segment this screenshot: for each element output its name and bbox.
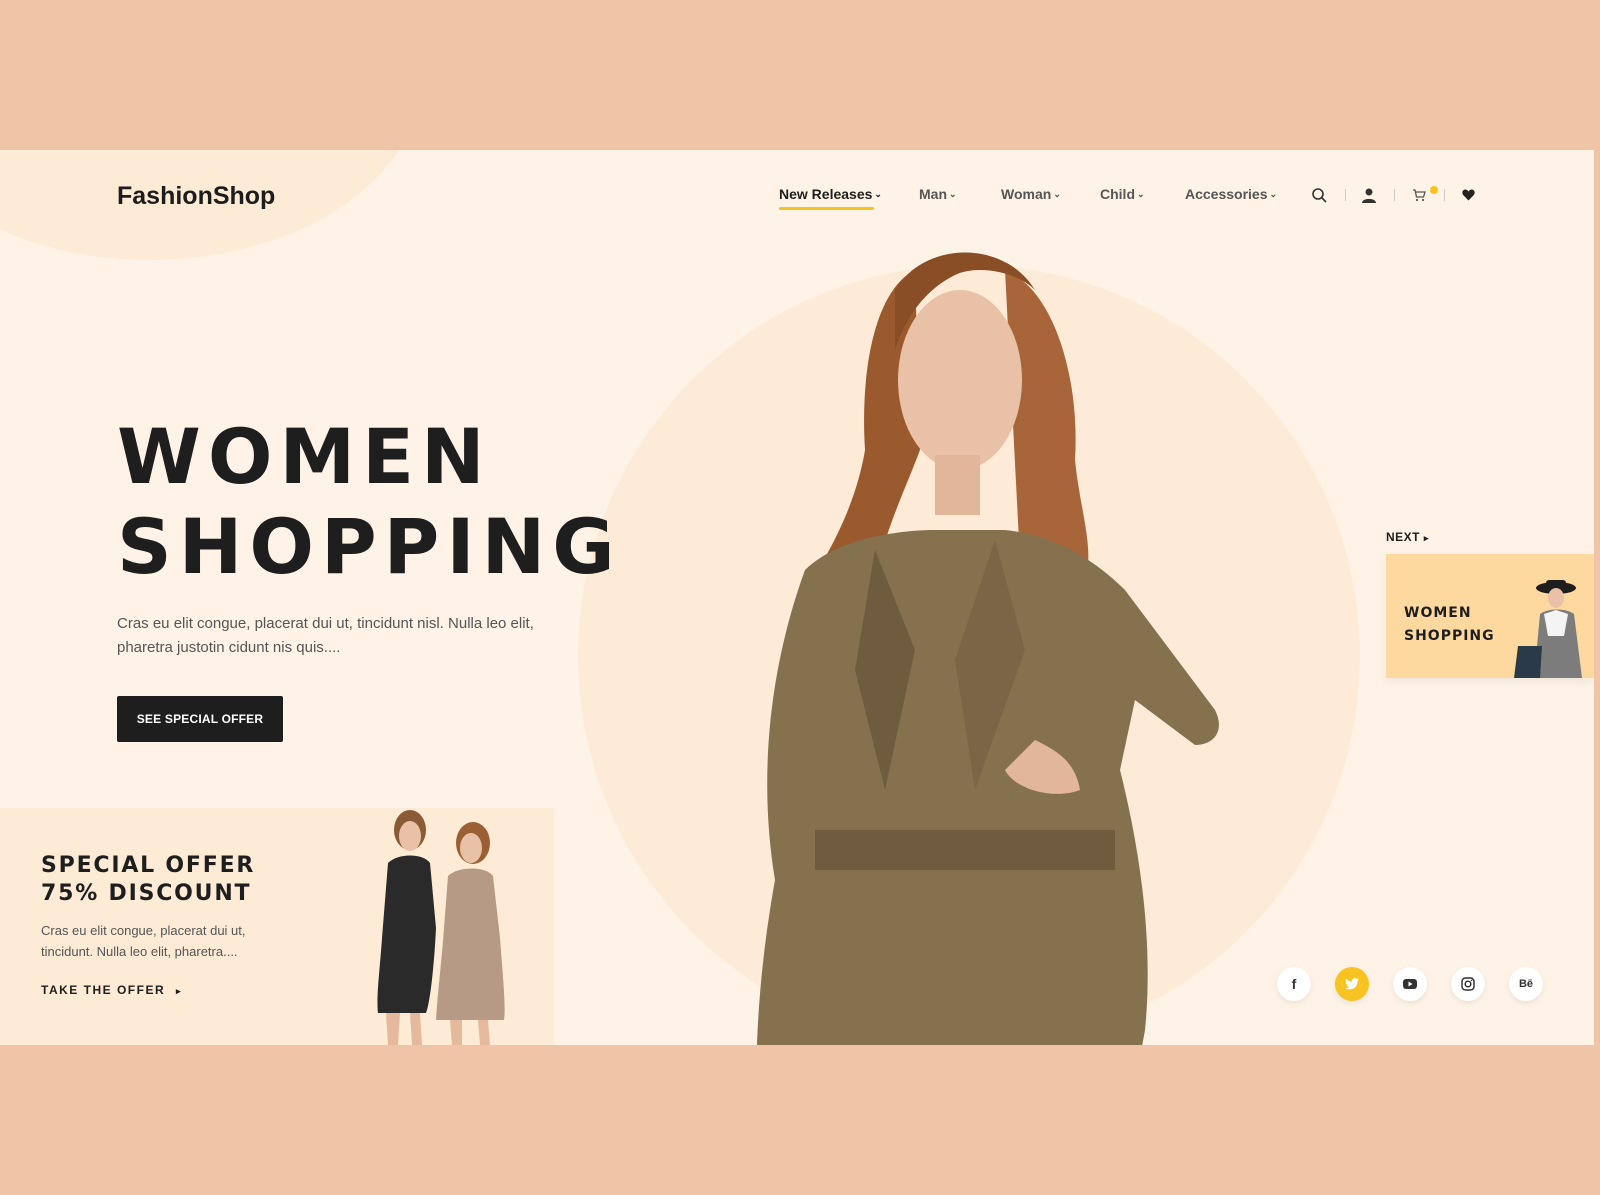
- bottom-band: [0, 1045, 1600, 1195]
- arrow-right-icon: ▸: [175, 986, 182, 996]
- youtube-icon[interactable]: [1393, 967, 1427, 1001]
- nav-item-new-releases[interactable]: New Releases ⌄: [779, 186, 882, 210]
- logo[interactable]: FashionShop: [117, 182, 275, 211]
- active-indicator: [779, 207, 874, 210]
- special-offer-card: SPECIAL OFFER 75% DISCOUNT Cras eu elit …: [0, 808, 554, 1045]
- next-card-title-line: WOMEN: [1404, 605, 1472, 621]
- nav-label: Man: [919, 186, 947, 202]
- next-card-title-line: SHOPPING: [1404, 628, 1495, 644]
- behance-glyph: Bē: [1518, 978, 1534, 990]
- hero-stage: FashionShop New Releases ⌄ Man ⌄ Woman ⌄ Ch…: [0, 150, 1594, 1045]
- facebook-icon[interactable]: f: [1277, 967, 1311, 1001]
- offer-title-line: SPECIAL OFFER: [41, 853, 256, 878]
- next-slide-link[interactable]: NEXT ▸: [1386, 530, 1429, 544]
- hero-title: WOMEN SHOPPING: [117, 412, 622, 592]
- hero-title-line: WOMEN: [117, 412, 492, 501]
- next-card-title: WOMEN SHOPPING: [1404, 602, 1495, 648]
- hero-description: Cras eu elit congue, placerat dui ut, ti…: [117, 615, 534, 656]
- next-label: NEXT: [1386, 530, 1421, 544]
- behance-icon[interactable]: Bē: [1509, 967, 1543, 1001]
- divider: [1444, 189, 1445, 201]
- offer-title-line: 75% DISCOUNT: [41, 881, 252, 906]
- divider: [1345, 189, 1346, 201]
- nav-item-man[interactable]: Man ⌄: [919, 186, 957, 202]
- cart-icon[interactable]: [1408, 184, 1430, 206]
- nav-label: Accessories: [1185, 186, 1268, 202]
- search-icon[interactable]: [1308, 184, 1330, 206]
- see-special-offer-button[interactable]: SEE SPECIAL OFFER: [117, 696, 283, 742]
- divider: [1394, 189, 1395, 201]
- nav-label: Child: [1100, 186, 1135, 202]
- nav-item-woman[interactable]: Woman ⌄: [1001, 186, 1061, 202]
- chevron-down-icon: ⌄: [1137, 189, 1145, 199]
- nav-item-accessories[interactable]: Accessories ⌄: [1185, 186, 1277, 202]
- chevron-down-icon: ⌄: [874, 189, 882, 199]
- nav-item-child[interactable]: Child ⌄: [1100, 186, 1145, 202]
- nav-label: Woman: [1001, 186, 1052, 202]
- facebook-glyph: f: [1291, 976, 1297, 992]
- link-label: TAKE THE OFFER: [41, 983, 166, 997]
- hero-title-line: SHOPPING: [117, 502, 622, 591]
- instagram-icon[interactable]: [1451, 967, 1485, 1001]
- next-slide-thumbnail: [1514, 580, 1582, 678]
- take-the-offer-link[interactable]: TAKE THE OFFER ▸: [41, 983, 182, 997]
- next-slide-card[interactable]: WOMEN SHOPPING: [1386, 554, 1594, 678]
- offer-models-image: [377, 810, 505, 1045]
- chevron-down-icon: ⌄: [1053, 189, 1061, 199]
- twitter-icon[interactable]: [1335, 967, 1369, 1001]
- chevron-down-icon: ⌄: [949, 189, 957, 199]
- heart-icon[interactable]: [1457, 184, 1479, 206]
- cart-badge: [1430, 186, 1438, 194]
- chevron-down-icon: ⌄: [1269, 189, 1278, 199]
- arrow-right-icon: ▸: [1423, 533, 1429, 543]
- hero-model-image: [756, 252, 1219, 1045]
- top-band: [0, 0, 1600, 150]
- offer-description: Cras eu elit congue, placerat dui ut, ti…: [41, 923, 246, 959]
- user-icon[interactable]: [1358, 184, 1380, 206]
- nav-label: New Releases: [779, 186, 873, 202]
- offer-title: SPECIAL OFFER 75% DISCOUNT: [41, 852, 255, 908]
